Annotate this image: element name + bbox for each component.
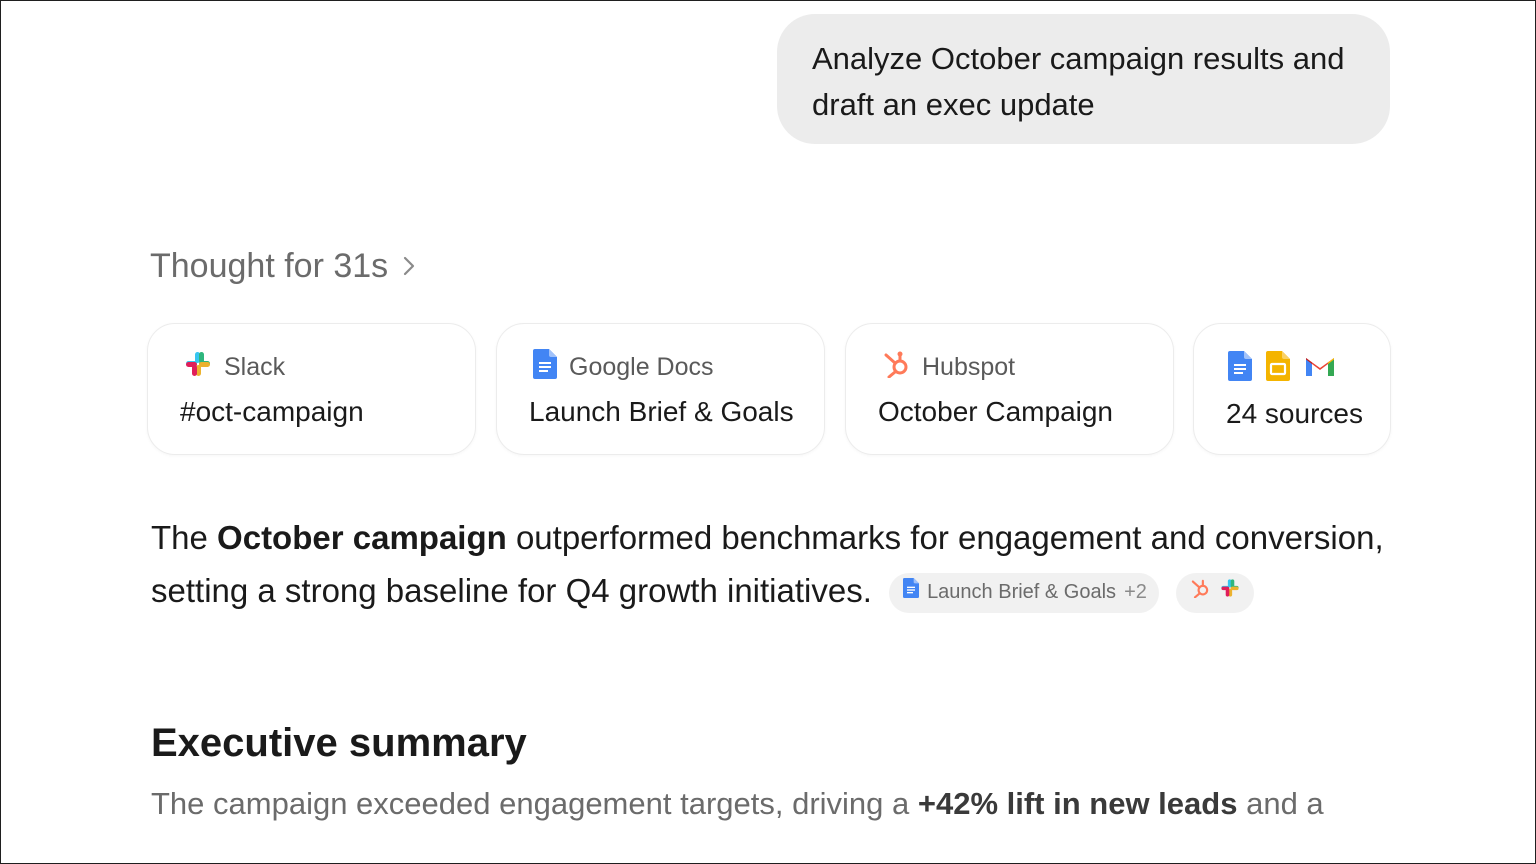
source-card-slack[interactable]: Slack #oct-campaign bbox=[147, 323, 476, 455]
source-cards: Slack #oct-campaign Google Docs Launch B… bbox=[147, 323, 1392, 456]
answer-bold: October campaign bbox=[217, 519, 507, 556]
slack-icon bbox=[1220, 566, 1240, 619]
source-card-app: Slack bbox=[224, 352, 286, 381]
user-message-text: Analyze October campaign results and dra… bbox=[812, 41, 1345, 122]
slack-icon bbox=[184, 350, 212, 385]
source-card-title: #oct-campaign bbox=[180, 396, 364, 427]
source-card-google-docs[interactable]: Google Docs Launch Brief & Goals bbox=[496, 323, 825, 455]
citation-label: Launch Brief & Goals bbox=[927, 581, 1117, 603]
source-count: 24 sources bbox=[1226, 398, 1363, 429]
google-docs-icon bbox=[1228, 350, 1252, 386]
source-card-title: October Campaign bbox=[878, 396, 1114, 427]
answer-text: The bbox=[151, 519, 218, 556]
hubspot-icon bbox=[1190, 566, 1210, 619]
gmail-icon bbox=[1304, 354, 1336, 383]
user-message-bubble: Analyze October campaign results and dra… bbox=[777, 14, 1390, 144]
google-slides-icon bbox=[1266, 350, 1290, 386]
citation-count: +2 bbox=[1124, 581, 1147, 603]
source-card-title: Launch Brief & Goals bbox=[529, 396, 794, 427]
section-heading: Executive summary bbox=[151, 721, 527, 765]
summary-paragraph: The campaign exceeded engagement targets… bbox=[151, 783, 1391, 825]
citation-chip-apps[interactable] bbox=[1176, 572, 1255, 613]
summary-text: The campaign exceeded engagement targets… bbox=[151, 786, 918, 821]
citation-chip[interactable]: Launch Brief & Goals +2 bbox=[889, 572, 1159, 613]
summary-bold: +42% lift in new leads bbox=[917, 786, 1238, 821]
hubspot-icon bbox=[882, 350, 910, 385]
source-card-hubspot[interactable]: Hubspot October Campaign bbox=[845, 323, 1174, 455]
thought-label: Thought for 31s bbox=[150, 246, 389, 285]
chevron-right-icon bbox=[402, 256, 422, 276]
summary-text: and a bbox=[1237, 786, 1324, 821]
source-card-app: Hubspot bbox=[922, 352, 1016, 381]
thought-toggle[interactable]: Thought for 31s bbox=[150, 244, 422, 288]
source-card-app: Google Docs bbox=[569, 352, 714, 381]
google-docs-icon bbox=[903, 566, 920, 619]
google-docs-icon bbox=[533, 348, 557, 386]
assistant-answer: The October campaign outperformed benchm… bbox=[151, 511, 1391, 617]
source-card-more[interactable]: 24 sources bbox=[1193, 323, 1391, 455]
chat-frame: Analyze October campaign results and dra… bbox=[0, 0, 1536, 864]
